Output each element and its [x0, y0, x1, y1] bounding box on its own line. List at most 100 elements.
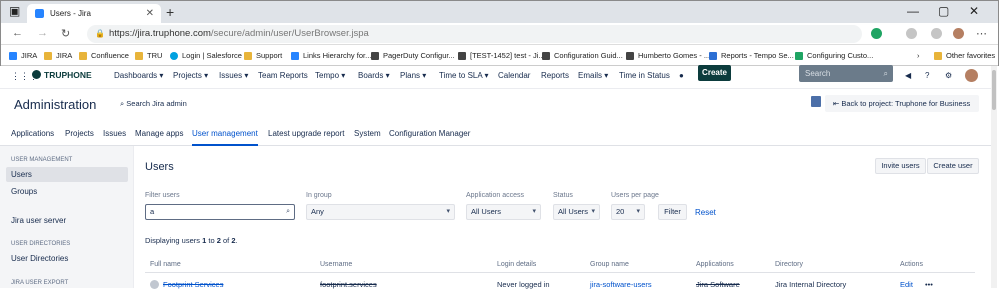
sidebar-heading-user-management: USER MANAGEMENT — [11, 157, 73, 163]
tab-upgrade-report[interactable]: Latest upgrade report — [268, 129, 345, 138]
nav-projects[interactable]: Projects ▾ — [173, 71, 208, 80]
close-tab-icon[interactable]: ✕ — [146, 8, 154, 19]
user-avatar[interactable] — [965, 69, 978, 82]
reset-link[interactable]: Reset — [695, 208, 716, 217]
filter-users-label: Filter users — [145, 192, 180, 199]
create-button[interactable]: Create — [698, 65, 731, 81]
favorites-icon[interactable] — [906, 28, 917, 39]
application-access-select[interactable]: All Users ▾ — [466, 204, 541, 220]
nav-tempo[interactable]: Tempo ▾ — [315, 71, 345, 80]
tempo-icon — [709, 51, 717, 60]
profile-avatar[interactable] — [953, 28, 964, 39]
table-divider — [145, 272, 975, 273]
bookmarks-overflow-icon[interactable]: › — [917, 49, 920, 62]
bookmark-item[interactable]: Configuring Custo... — [795, 49, 873, 62]
bookmark-item[interactable]: Links Hierarchy for... — [291, 49, 371, 62]
sidebar-item-jira-user-server[interactable]: Jira user server — [11, 216, 66, 225]
nav-calendar[interactable]: Calendar — [498, 71, 530, 80]
status-label: Status — [553, 192, 573, 199]
bookmark-item[interactable]: Configuration Guid... — [542, 49, 623, 62]
pagination-summary: Displaying users 1 to 2 of 2. — [145, 236, 238, 245]
page-scrollbar[interactable] — [991, 66, 997, 288]
create-user-button[interactable]: Create user — [927, 158, 979, 174]
tab-system[interactable]: System — [354, 129, 381, 138]
page-icon — [542, 51, 550, 60]
chevron-down-icon: ▾ — [591, 208, 595, 215]
nav-emails[interactable]: Emails ▾ — [578, 71, 608, 80]
forward-icon[interactable]: → — [37, 27, 48, 39]
salesforce-icon — [170, 51, 178, 60]
sidebar-heading-user-export: JIRA USER EXPORT — [11, 280, 69, 286]
tab-actions-icon[interactable]: ▣ — [9, 4, 20, 18]
page-title: Administration — [14, 97, 97, 112]
back-icon[interactable]: ← — [12, 27, 23, 39]
grammarly-extension-icon[interactable] — [871, 28, 882, 39]
nav-time-to-sla[interactable]: Time to SLA ▾ — [439, 71, 489, 80]
bookmark-item[interactable]: PagerDuty Configur... — [371, 49, 455, 62]
reload-icon[interactable]: ↻ — [61, 27, 70, 40]
maximize-icon[interactable]: ▢ — [938, 4, 949, 18]
filter-button[interactable]: Filter — [658, 204, 687, 220]
bookmark-item[interactable]: Reports - Tempo Se... — [709, 49, 794, 62]
minimize-icon[interactable]: — — [907, 4, 919, 18]
help-icon[interactable]: ? — [925, 71, 929, 80]
bookmark-item[interactable]: [TEST-1452] test - Ji... — [458, 49, 545, 62]
nav-dashboards[interactable]: Dashboards ▾ — [114, 71, 163, 80]
column-group-name: Group name — [590, 261, 629, 268]
other-favorites[interactable]: Other favorites — [934, 49, 995, 62]
column-login-details: Login details — [497, 261, 537, 268]
bookmark-item[interactable]: Login | Salesforce — [170, 49, 242, 62]
lightbulb-icon[interactable]: ● — [679, 71, 684, 80]
in-group-select[interactable]: Any ▾ — [306, 204, 455, 220]
column-directory: Directory — [775, 261, 804, 268]
truphone-logo[interactable]: TRUPHONE — [32, 70, 92, 80]
users-per-page-label: Users per page — [611, 192, 659, 199]
notifications-icon[interactable]: ◀ — [905, 71, 911, 80]
url-input[interactable]: 🔒 https://jira.truphone.com/secure/admin… — [87, 25, 862, 43]
jira-search-input[interactable]: Search ⌕ — [799, 65, 893, 82]
nav-time-in-status[interactable]: Time in Status — [619, 71, 670, 80]
tab-projects[interactable]: Projects — [65, 129, 94, 138]
tab-applications[interactable]: Applications — [11, 129, 54, 138]
sidebar-item-groups[interactable]: Groups — [11, 187, 37, 196]
tab-configuration-manager[interactable]: Configuration Manager — [389, 129, 470, 138]
page-icon — [458, 51, 466, 60]
bookmark-item[interactable]: JIRA — [9, 49, 37, 62]
chevron-down-icon: ▾ — [636, 208, 640, 215]
tab-issues[interactable]: Issues — [103, 129, 126, 138]
new-tab-icon[interactable]: + — [166, 4, 174, 20]
nav-reports[interactable]: Reports — [541, 71, 569, 80]
browser-window: ▣ Users - Jira ✕ + — ▢ ✕ ← → ↻ 🔒 https:/… — [0, 0, 999, 66]
address-bar-row: ← → ↻ 🔒 https://jira.truphone.com/secure… — [1, 23, 998, 45]
tab-user-management[interactable]: User management — [192, 129, 258, 146]
bookmark-item[interactable]: JIRA — [44, 49, 72, 62]
bookmark-item[interactable]: TRU — [135, 49, 162, 62]
invite-users-button[interactable]: Invite users — [875, 158, 926, 174]
nav-boards[interactable]: Boards ▾ — [358, 71, 390, 80]
filter-users-input[interactable]: a ⌕ — [145, 204, 295, 220]
admin-search[interactable]: ⌕ Search Jira admin — [120, 99, 187, 109]
back-to-project-button[interactable]: ⇤ Back to project: Truphone for Business — [825, 95, 979, 112]
more-menu-icon[interactable]: ⋯ — [976, 27, 987, 40]
browser-tab[interactable]: Users - Jira ✕ — [27, 4, 161, 23]
nav-plans[interactable]: Plans ▾ — [400, 71, 426, 80]
nav-issues[interactable]: Issues ▾ — [219, 71, 248, 80]
settings-gear-icon[interactable]: ⚙ — [945, 71, 952, 80]
users-per-page-select[interactable]: 20 ▾ — [611, 204, 645, 220]
column-actions: Actions — [900, 261, 923, 268]
folder-icon — [135, 51, 143, 60]
collections-icon[interactable] — [931, 28, 942, 39]
scrollbar-thumb[interactable] — [992, 70, 996, 110]
status-select[interactable]: All Users ▾ — [553, 204, 600, 220]
bookmark-item[interactable]: Support — [244, 49, 282, 62]
bookmark-item[interactable]: Humberto Gomes - ... — [626, 49, 710, 62]
nav-team-reports[interactable]: Team Reports — [258, 71, 308, 80]
sidebar-item-users[interactable]: Users — [6, 167, 128, 182]
search-icon: ⌕ — [883, 69, 888, 78]
search-icon: ⌕ — [286, 208, 290, 215]
folder-icon — [79, 51, 87, 60]
close-window-icon[interactable]: ✕ — [969, 4, 979, 18]
bookmark-item[interactable]: Confluence — [79, 49, 129, 62]
sidebar-item-user-directories[interactable]: User Directories — [11, 254, 68, 263]
tab-manage-apps[interactable]: Manage apps — [135, 129, 183, 138]
